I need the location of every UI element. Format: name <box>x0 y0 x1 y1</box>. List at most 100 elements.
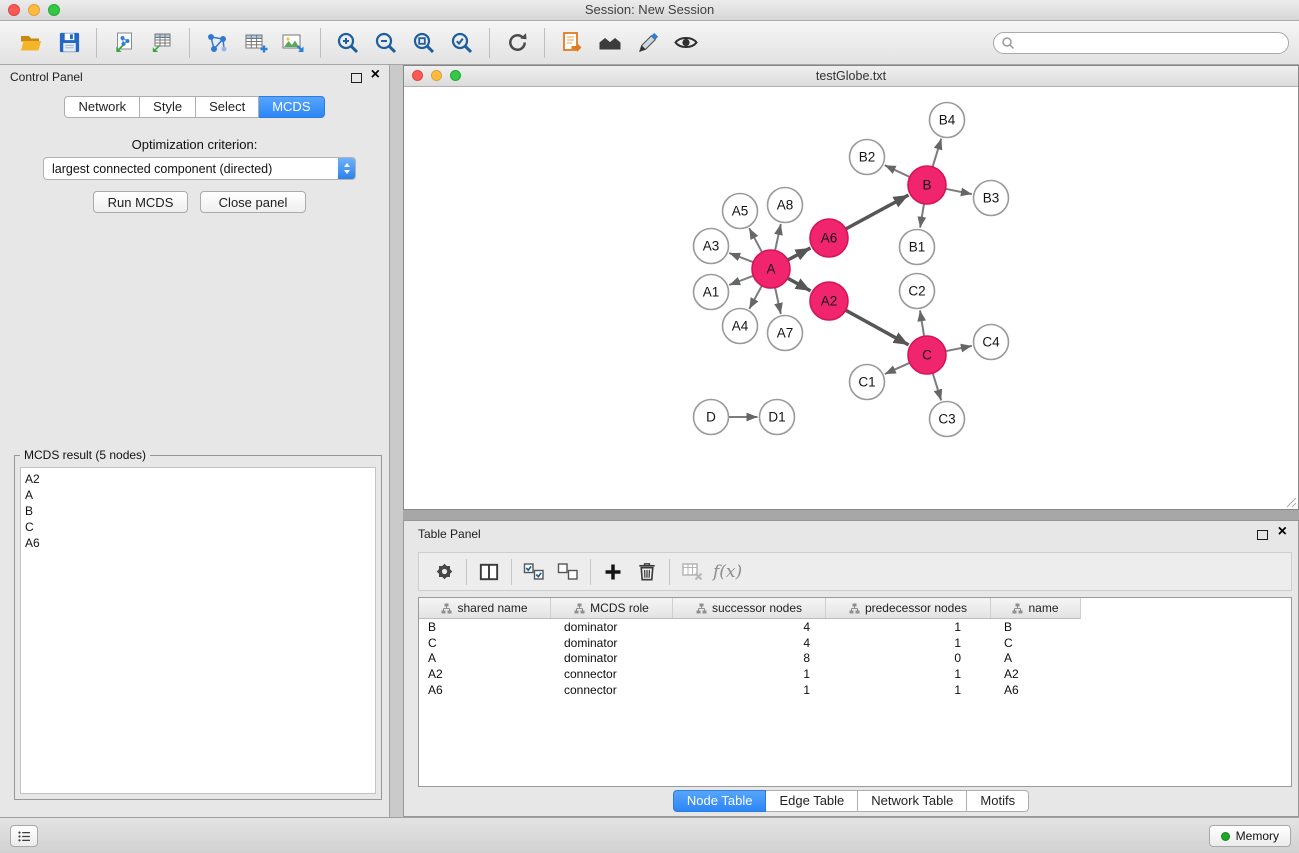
result-item[interactable]: A <box>25 487 371 503</box>
panel-splitter[interactable] <box>390 65 403 817</box>
edge-C-C1[interactable] <box>885 363 910 374</box>
deselect-all-button[interactable] <box>551 556 585 588</box>
node-D[interactable]: D <box>694 400 729 435</box>
zoom-network-window-button[interactable] <box>450 70 461 81</box>
edge-A-A2[interactable] <box>788 278 811 291</box>
edge-A-A1[interactable] <box>729 276 753 285</box>
search-input[interactable] <box>1015 33 1288 53</box>
table-row[interactable]: A2connector11A2 <box>419 666 1291 682</box>
table-row[interactable]: A6connector11A6 <box>419 682 1291 698</box>
close-window-button[interactable] <box>8 4 20 16</box>
add-column-button[interactable] <box>596 556 630 588</box>
node-B4[interactable]: B4 <box>930 103 965 138</box>
open-session-button[interactable] <box>12 24 50 62</box>
save-session-button[interactable] <box>50 24 88 62</box>
close-panel-button[interactable]: Close panel <box>200 191 306 213</box>
close-network-window-button[interactable] <box>412 70 423 81</box>
zoom-out-button[interactable] <box>367 24 405 62</box>
result-item[interactable]: B <box>25 503 371 519</box>
refresh-button[interactable] <box>498 24 536 62</box>
node-A[interactable]: A <box>752 250 790 288</box>
export-image-button[interactable] <box>274 24 312 62</box>
node-B[interactable]: B <box>908 166 946 204</box>
edge-C-C4[interactable] <box>946 346 972 351</box>
close-table-panel-icon[interactable]: × <box>1278 523 1287 541</box>
import-table-from-file-button[interactable] <box>143 24 181 62</box>
edge-A-A6[interactable] <box>788 248 811 260</box>
memory-button[interactable]: Memory <box>1209 825 1291 847</box>
node-C4[interactable]: C4 <box>974 325 1009 360</box>
node-A2[interactable]: A2 <box>810 282 848 320</box>
edge-C-C3[interactable] <box>933 373 942 400</box>
edge-A-A8[interactable] <box>775 224 781 250</box>
edge-B-B2[interactable] <box>885 165 910 177</box>
tab-select[interactable]: Select <box>196 96 259 118</box>
tab-motifs[interactable]: Motifs <box>967 790 1029 812</box>
node-C3[interactable]: C3 <box>930 402 965 437</box>
table-row[interactable]: Bdominator41B <box>419 619 1291 635</box>
node-A3[interactable]: A3 <box>694 229 729 264</box>
float-table-panel-icon[interactable] <box>1257 530 1268 540</box>
function-builder-button[interactable]: f(x) <box>709 562 742 582</box>
close-panel-icon[interactable]: × <box>371 66 380 84</box>
import-network-from-file-button[interactable] <box>105 24 143 62</box>
edge-A-A5[interactable] <box>749 228 762 252</box>
zoom-window-button[interactable] <box>48 4 60 16</box>
network-window-titlebar[interactable]: testGlobe.txt <box>404 66 1298 87</box>
result-item[interactable]: A2 <box>25 471 371 487</box>
new-table-button[interactable] <box>236 24 274 62</box>
annotation-pen-button[interactable] <box>629 24 667 62</box>
document-export-button[interactable] <box>553 24 591 62</box>
table-row[interactable]: Cdominator41C <box>419 635 1291 651</box>
node-D1[interactable]: D1 <box>760 400 795 435</box>
node-A8[interactable]: A8 <box>768 188 803 223</box>
zoom-in-button[interactable] <box>329 24 367 62</box>
edge-A-A7[interactable] <box>775 288 781 314</box>
node-B1[interactable]: B1 <box>900 230 935 265</box>
node-C[interactable]: C <box>908 336 946 374</box>
show-hide-button[interactable] <box>667 24 705 62</box>
node-A1[interactable]: A1 <box>694 275 729 310</box>
edge-A-A3[interactable] <box>729 253 753 262</box>
node-A7[interactable]: A7 <box>768 316 803 351</box>
edge-B-B4[interactable] <box>933 139 942 167</box>
tab-style[interactable]: Style <box>140 96 196 118</box>
column-header-predecessor-nodes[interactable]: predecessor nodes <box>826 598 991 618</box>
node-C1[interactable]: C1 <box>850 365 885 400</box>
task-history-button[interactable] <box>10 825 38 847</box>
tab-network[interactable]: Network <box>64 96 140 118</box>
edge-A2-C[interactable] <box>846 310 909 345</box>
column-header-shared-name[interactable]: shared name <box>419 598 551 618</box>
home-views-button[interactable] <box>591 24 629 62</box>
zoom-selected-button[interactable] <box>443 24 481 62</box>
minimize-window-button[interactable] <box>28 4 40 16</box>
edge-A6-B[interactable] <box>846 195 909 229</box>
minimize-network-window-button[interactable] <box>431 70 442 81</box>
node-C2[interactable]: C2 <box>900 274 935 309</box>
column-header-successor-nodes[interactable]: successor nodes <box>673 598 826 618</box>
node-A6[interactable]: A6 <box>810 219 848 257</box>
node-A5[interactable]: A5 <box>723 194 758 229</box>
tab-mcds[interactable]: MCDS <box>259 96 324 118</box>
table-row[interactable]: Adominator80A <box>419 651 1291 667</box>
delete-column-button[interactable] <box>630 556 664 588</box>
run-mcds-button[interactable]: Run MCDS <box>93 191 188 213</box>
tab-node-table[interactable]: Node Table <box>673 790 767 812</box>
delete-table-button[interactable] <box>675 556 709 588</box>
optimization-criterion-select[interactable]: largest connected component (directed) <box>43 157 356 180</box>
edge-B-B3[interactable] <box>946 189 972 194</box>
float-panel-icon[interactable] <box>351 73 362 83</box>
show-columns-button[interactable] <box>472 556 506 588</box>
zoom-fit-button[interactable] <box>405 24 443 62</box>
mcds-result-list[interactable]: A2ABCA6 <box>20 467 376 794</box>
network-canvas[interactable]: B4B2BB3A5A8A6B1A3AC2A1A2A4A7C4CC1C3DD1 <box>404 87 1298 509</box>
node-B3[interactable]: B3 <box>974 181 1009 216</box>
result-item[interactable]: C <box>25 519 371 535</box>
column-header-mcds-role[interactable]: MCDS role <box>551 598 673 618</box>
edge-A-A4[interactable] <box>749 286 762 309</box>
resize-grip-icon[interactable] <box>1285 496 1297 508</box>
table-settings-button[interactable] <box>427 556 461 588</box>
edge-B-B1[interactable] <box>920 204 924 228</box>
tab-network-table[interactable]: Network Table <box>858 790 967 812</box>
new-network-button[interactable] <box>198 24 236 62</box>
